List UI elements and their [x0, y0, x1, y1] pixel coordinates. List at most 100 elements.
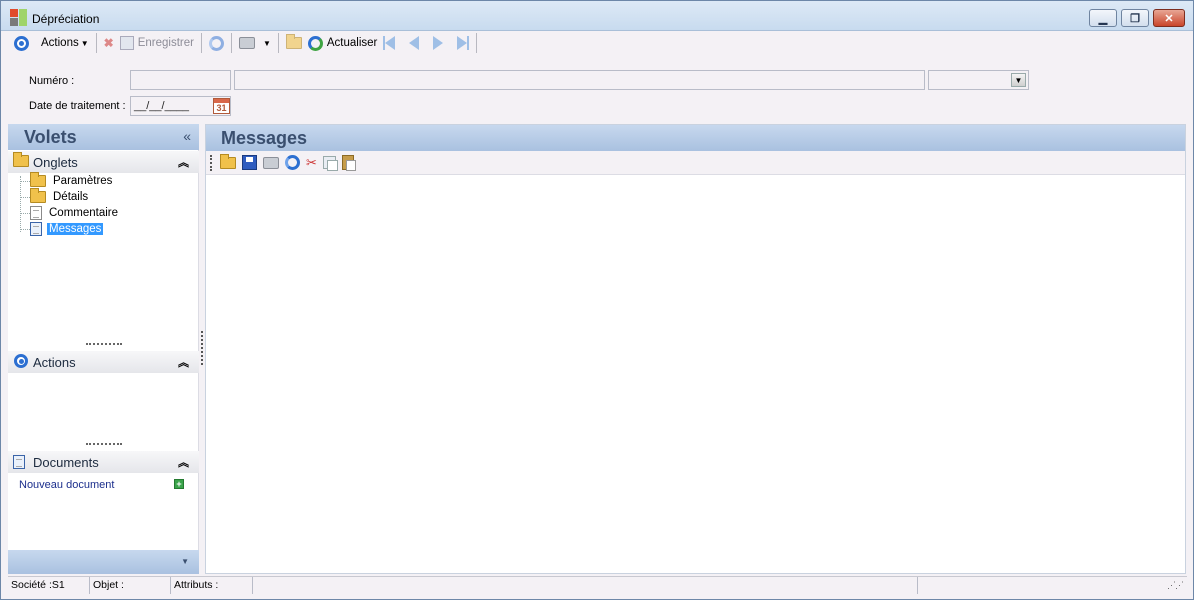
volets-title: Volets — [24, 127, 77, 147]
sync-icon — [208, 35, 224, 51]
refresh-label: Actualiser — [326, 37, 378, 49]
status-cell-empty — [918, 577, 1163, 594]
printer-icon[interactable] — [263, 156, 279, 169]
tree-connector — [20, 181, 30, 182]
toolbar-separator — [476, 33, 478, 53]
toolbar-grip[interactable] — [210, 154, 212, 171]
previous-icon — [409, 36, 420, 50]
actions-menu-button[interactable]: Actions ▼ — [11, 32, 92, 54]
main-toolbar: Actions ▼ ✖ Enregistrer ▼ Actualiser — [1, 31, 1193, 55]
folder-icon — [30, 172, 46, 187]
actions-icon — [14, 35, 29, 51]
save-icon — [119, 36, 134, 50]
tree-connector — [20, 197, 30, 198]
add-document-icon[interactable]: + — [174, 479, 184, 489]
folder-icon — [13, 152, 29, 167]
collapse-section-icon[interactable]: ︽ — [178, 454, 189, 470]
restore-icon: ❐ — [1130, 12, 1140, 25]
window-title: Dépréciation — [32, 12, 100, 26]
collapse-section-icon[interactable]: ︽ — [178, 354, 189, 370]
save-icon[interactable] — [242, 155, 257, 170]
delete-button[interactable]: ✖ — [101, 32, 117, 54]
status-objet: Objet : — [90, 577, 171, 594]
minimize-button[interactable]: ▁ — [1089, 9, 1117, 27]
numero-input[interactable] — [130, 70, 231, 90]
delete-icon: ✖ — [103, 36, 114, 50]
tab-details[interactable]: Détails — [30, 188, 90, 205]
open-folder-icon[interactable] — [220, 153, 236, 169]
section-resize-grip[interactable] — [86, 343, 122, 345]
tree-connector — [20, 176, 21, 232]
save-button[interactable]: Enregistrer — [117, 32, 197, 54]
sync-button[interactable] — [206, 32, 227, 54]
page-title: Messages — [221, 128, 308, 148]
documents-section-header[interactable]: Documents ︽ — [8, 451, 199, 473]
left-panel-footer[interactable]: ▼ — [8, 550, 199, 574]
cut-icon[interactable]: ✂ — [306, 155, 317, 171]
copy-icon[interactable] — [322, 156, 338, 171]
open-button[interactable] — [283, 32, 305, 54]
collapse-panel-icon[interactable]: « — [183, 128, 191, 144]
print-dropdown-icon[interactable]: ▼ — [263, 39, 271, 48]
chevron-down-icon[interactable]: ▼ — [1011, 73, 1026, 87]
last-record-button[interactable] — [454, 32, 472, 54]
refresh-button[interactable]: Actualiser — [305, 32, 381, 54]
printer-icon — [238, 37, 255, 49]
new-document-link[interactable]: Nouveau document — [19, 479, 114, 491]
messages-header: Messages — [206, 125, 1185, 151]
toolbar-separator — [95, 33, 97, 53]
last-icon — [457, 36, 468, 50]
actions-section-header[interactable]: Actions ︽ — [8, 351, 199, 373]
onglets-section-header[interactable]: Onglets ︽ — [8, 151, 199, 173]
folder-icon — [285, 34, 302, 49]
resize-grip-icon[interactable]: ⋰⋰ — [1167, 580, 1184, 591]
calendar-icon-label: 31 — [216, 103, 227, 113]
document-icon — [13, 455, 25, 469]
status-cell-empty — [253, 577, 918, 594]
minimize-icon: ▁ — [1098, 12, 1108, 25]
toolbar-separator — [230, 33, 232, 53]
date-label: Date de traitement : — [29, 100, 126, 112]
tree-item-label: Messages — [47, 223, 104, 235]
close-icon: ✕ — [1164, 12, 1174, 25]
print-button[interactable]: ▼ — [236, 32, 274, 54]
first-record-button[interactable] — [380, 32, 398, 54]
actions-label: Actions — [41, 37, 79, 49]
tab-parametres[interactable]: Paramètres — [30, 172, 114, 189]
left-panel: Volets « Onglets ︽ Paramètres Détails Co… — [8, 124, 199, 574]
folder-icon — [30, 188, 46, 203]
previous-record-button[interactable] — [406, 32, 422, 54]
numero-select[interactable]: ▼ — [928, 70, 1029, 90]
header-form: Numéro : ▼ Date de traitement : __/__/__… — [1, 57, 1193, 123]
calendar-icon[interactable]: 31 — [213, 98, 230, 114]
application-window: Dépréciation ▁ ❐ ✕ Actions ▼ ✖ Enregistr… — [0, 0, 1194, 600]
title-bar[interactable]: Dépréciation ▁ ❐ ✕ — [1, 1, 1193, 31]
chevron-down-icon[interactable]: ▼ — [181, 557, 189, 566]
tab-messages[interactable]: Messages — [30, 221, 104, 237]
tree-item-label: Paramètres — [53, 175, 113, 187]
next-record-button[interactable] — [430, 32, 446, 54]
paste-icon[interactable] — [341, 155, 356, 171]
messages-panel: Messages ✂ — [205, 124, 1186, 574]
collapse-section-icon[interactable]: ︽ — [178, 154, 189, 170]
tree-item-label: Détails — [53, 191, 89, 203]
tree-connector — [20, 213, 30, 214]
status-bar: Société :S1 Objet : Attributs : ⋰⋰ — [8, 576, 1187, 594]
save-label: Enregistrer — [137, 37, 194, 49]
toolbar-separator — [200, 33, 202, 53]
toolbar-separator — [277, 33, 279, 53]
refresh-icon[interactable] — [285, 155, 300, 170]
messages-toolbar: ✂ — [206, 151, 1185, 175]
section-resize-grip[interactable] — [86, 443, 122, 445]
status-attributs: Attributs : — [171, 577, 253, 594]
description-input[interactable] — [234, 70, 925, 90]
onglets-label: Onglets — [33, 155, 78, 170]
maximize-button[interactable]: ❐ — [1121, 9, 1149, 27]
actions-section-label: Actions — [33, 355, 76, 370]
close-button[interactable]: ✕ — [1153, 9, 1185, 27]
numero-label: Numéro : — [29, 75, 75, 87]
actions-icon — [14, 354, 28, 368]
tab-commentaire[interactable]: Commentaire — [30, 205, 120, 221]
volets-header: Volets « — [8, 124, 199, 150]
panel-splitter[interactable] — [201, 331, 203, 365]
